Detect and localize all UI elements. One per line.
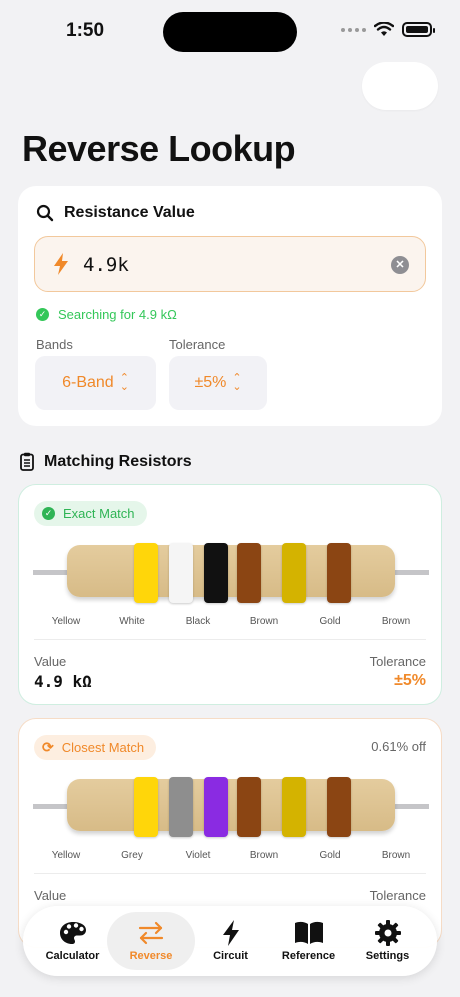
exact-match-card[interactable]: ✓ Exact Match Yellow White Black Brown Gold B…	[18, 484, 442, 705]
chevron-up-down-icon: ⌃ ⌄	[232, 372, 242, 393]
band-color-label: Brown	[381, 616, 411, 627]
tab-label: Reverse	[129, 950, 173, 962]
divider	[34, 873, 426, 874]
seal-check-icon: ✓	[42, 507, 55, 520]
badge-label: Closest Match	[61, 740, 145, 755]
section-title: Matching Resistors	[44, 452, 192, 470]
tab-label: Circuit	[213, 950, 248, 962]
bands-label: Bands	[36, 337, 73, 352]
value-label: Value	[34, 888, 67, 903]
page-title: Reverse Lookup	[22, 128, 296, 169]
value-label: Value	[34, 654, 67, 669]
tolerance-label: Tolerance	[369, 654, 426, 669]
band-color-label: Brown	[249, 616, 279, 627]
gear-icon	[374, 920, 401, 946]
app-screen: 1:50 Reverse Lookup Resistance Value ✕	[0, 0, 460, 997]
clear-icon[interactable]: ✕	[391, 256, 409, 274]
matching-resistors-header: Matching Resistors	[20, 452, 192, 471]
color-band-brown	[327, 777, 351, 837]
checkmark-icon: ✓	[36, 308, 49, 321]
card-heading: Resistance Value	[36, 204, 195, 222]
band-color-label: Grey	[121, 850, 143, 861]
band-color-label: Gold	[319, 616, 341, 627]
bands-picker[interactable]: 6-Band ⌃ ⌄	[35, 356, 156, 410]
color-band-violet	[204, 777, 228, 837]
band-labels: Yellow White Black Brown Gold Brown	[19, 616, 443, 630]
color-band-brown	[327, 543, 351, 603]
search-status: ✓ Searching for 4.9 kΩ	[36, 307, 177, 322]
percent-off-label: 0.61% off	[371, 739, 426, 754]
tab-bar: Calculator Reverse Circuit Reference Set…	[23, 906, 437, 976]
color-band-gold	[282, 777, 306, 837]
wifi-icon	[374, 22, 394, 36]
closest-match-badge: ⟳ Closest Match	[34, 735, 157, 760]
search-status-text: Searching for 4.9 kΩ	[58, 307, 177, 322]
book-icon	[294, 920, 324, 946]
tab-reverse[interactable]: Reverse	[107, 912, 195, 970]
battery-icon	[402, 22, 435, 37]
color-band-black	[204, 543, 228, 603]
color-band-grey	[169, 777, 193, 837]
color-band-brown	[237, 777, 261, 837]
bands-picker-value: 6-Band	[62, 374, 114, 391]
tolerance-value: ±5%	[394, 672, 426, 689]
tolerance-picker[interactable]: ±5% ⌃ ⌄	[169, 356, 267, 410]
resistance-input[interactable]	[83, 254, 383, 276]
divider	[34, 639, 426, 640]
tab-reference[interactable]: Reference	[267, 906, 350, 976]
band-color-label: Yellow	[51, 616, 81, 627]
color-band-gold	[282, 543, 306, 603]
color-band-yellow	[134, 543, 158, 603]
bolt-icon	[54, 253, 68, 275]
band-color-label: Yellow	[51, 850, 81, 861]
tolerance-picker-value: ±5%	[194, 374, 227, 391]
band-color-label: Brown	[381, 850, 411, 861]
resistor-diagram	[19, 539, 443, 609]
clipboard-list-icon	[20, 452, 34, 471]
resistance-input-field[interactable]: ✕	[34, 236, 426, 292]
tab-settings[interactable]: Settings	[346, 906, 429, 976]
tab-calculator[interactable]: Calculator	[31, 906, 114, 976]
band-color-label: White	[119, 616, 145, 627]
search-icon	[36, 204, 54, 222]
resistance-value: 4.9 kΩ	[34, 672, 92, 691]
bolt-icon	[222, 920, 240, 946]
color-band-white	[169, 543, 193, 603]
exact-match-badge: ✓ Exact Match	[34, 501, 147, 526]
status-time: 1:50	[66, 20, 105, 41]
resistance-value-card: Resistance Value ✕ ✓ Searching for 4.9 k…	[18, 186, 442, 426]
resistor-diagram	[19, 773, 443, 843]
sync-arrows-icon: ⟳	[42, 739, 54, 755]
tab-label: Settings	[365, 950, 410, 962]
status-icons	[341, 22, 435, 37]
color-band-brown	[237, 543, 261, 603]
band-color-label: Black	[185, 616, 211, 627]
tab-label: Reference	[281, 950, 336, 962]
badge-label: Exact Match	[63, 506, 135, 521]
band-color-label: Gold	[319, 850, 341, 861]
cellular-signal-icon	[341, 27, 366, 32]
color-band-yellow	[134, 777, 158, 837]
band-color-label: Brown	[249, 850, 279, 861]
band-color-label: Violet	[185, 850, 211, 861]
tolerance-label: Tolerance	[169, 337, 226, 352]
tab-label: Calculator	[45, 950, 100, 962]
palette-icon	[59, 920, 87, 946]
tolerance-label: Tolerance	[369, 888, 426, 903]
card-heading-label: Resistance Value	[64, 204, 195, 221]
tab-circuit[interactable]: Circuit	[189, 906, 272, 976]
arrows-swap-icon	[138, 920, 164, 946]
band-labels: Yellow Grey Violet Brown Gold Brown	[19, 850, 443, 864]
chevron-up-down-icon: ⌃ ⌄	[119, 372, 129, 393]
toolbar-pill[interactable]	[362, 62, 438, 110]
dynamic-island	[163, 12, 297, 52]
